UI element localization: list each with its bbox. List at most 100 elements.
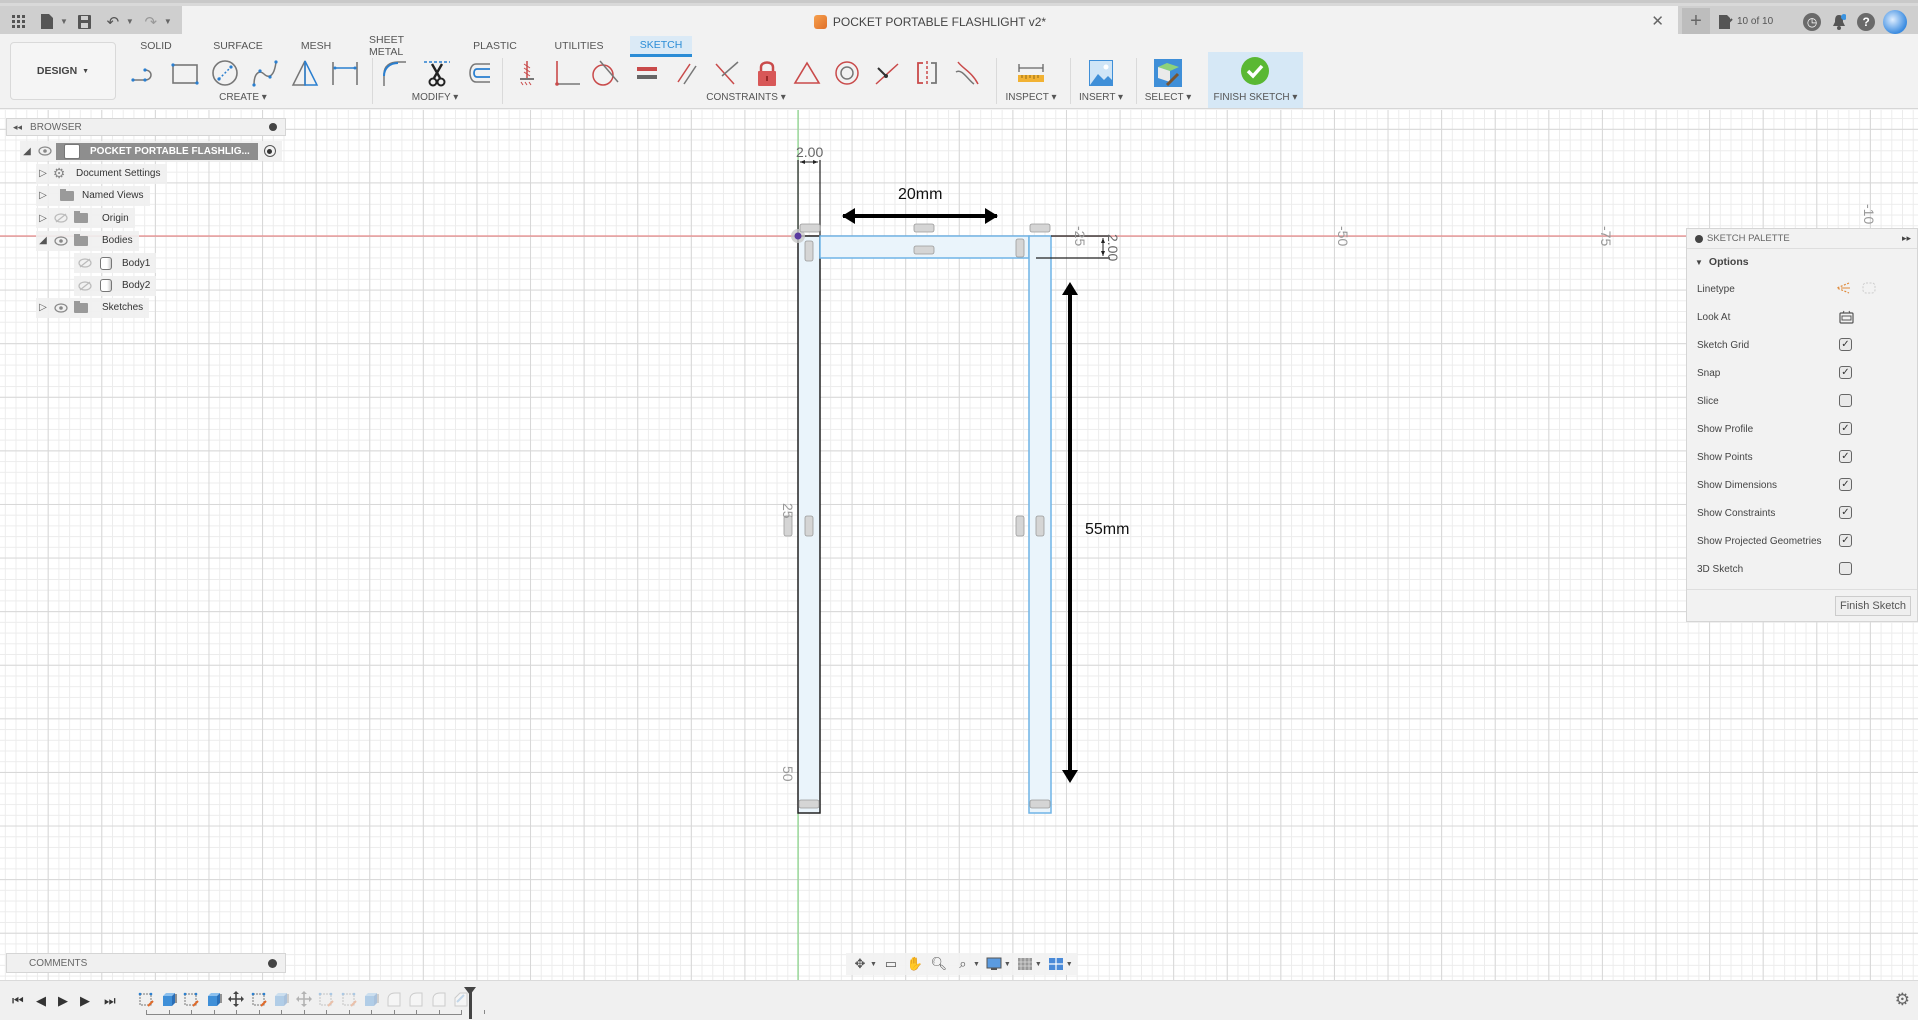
constraints-menu[interactable]: CONSTRAINTS ▾: [706, 92, 785, 103]
timeline-feature-fillet[interactable]: [431, 991, 447, 1007]
vertical-constraint-glyph[interactable]: [1035, 515, 1045, 537]
eye-visible-icon[interactable]: [37, 146, 53, 156]
tab-utilities[interactable]: UTILITIES: [555, 36, 604, 56]
expanded-triangle-icon[interactable]: ◢: [36, 235, 50, 246]
panel-pin-icon[interactable]: [269, 123, 277, 131]
vertical-constraint-glyph[interactable]: [1015, 238, 1025, 258]
timeline-feature-extrude[interactable]: [161, 991, 177, 1007]
history-clock-icon[interactable]: ◷: [1803, 12, 1822, 31]
sketch-dimension-tool[interactable]: [328, 56, 362, 90]
collapsed-triangle-icon[interactable]: ▷: [36, 302, 50, 313]
viewports-icon[interactable]: [1046, 955, 1066, 973]
undo-icon[interactable]: ↶: [102, 11, 124, 33]
centerline-linetype-icon[interactable]: [1861, 281, 1877, 295]
timeline-feature-sketch[interactable]: [138, 991, 154, 1007]
timeline-feature-fillet[interactable]: [386, 991, 402, 1007]
tangent-constraint-tool[interactable]: [588, 56, 622, 90]
timeline-feature-sketch[interactable]: [318, 991, 334, 1007]
palette-finish-sketch-button[interactable]: Finish Sketch: [1834, 596, 1911, 616]
3d-sketch-checkbox[interactable]: [1839, 562, 1852, 575]
horizontal-constraint-glyph[interactable]: [1029, 223, 1051, 233]
finish-sketch-menu[interactable]: FINISH SKETCH ▾: [1208, 92, 1303, 103]
step-back-icon[interactable]: ◀: [36, 993, 46, 1009]
user-avatar[interactable]: [1883, 9, 1908, 34]
dimension-value-right[interactable]: 2.00: [1105, 234, 1121, 261]
palette-pin-icon[interactable]: [1695, 234, 1703, 243]
insert-image-tool[interactable]: [1084, 56, 1118, 90]
show-points-checkbox[interactable]: ✓: [1839, 450, 1852, 463]
notifications-bell-icon[interactable]: [1829, 13, 1849, 30]
vertical-constraint-glyph[interactable]: [783, 515, 793, 537]
measure-tool[interactable]: [1014, 56, 1048, 90]
perpendicular-constraint-tool[interactable]: [710, 56, 744, 90]
modify-menu[interactable]: MODIFY ▾: [412, 92, 459, 103]
timeline-feature-fillet[interactable]: [408, 991, 424, 1007]
activate-radio-icon[interactable]: [263, 145, 276, 158]
inspect-menu[interactable]: INSPECT ▾: [1006, 92, 1057, 103]
browser-item-origin[interactable]: ▷ Origin: [6, 207, 286, 229]
close-tab-icon[interactable]: ✕: [1651, 12, 1664, 30]
lock-constraint-tool[interactable]: [750, 56, 784, 90]
undo-caret-icon[interactable]: ▼: [126, 17, 134, 26]
vertical-constraint-glyph[interactable]: [1015, 515, 1025, 537]
eye-visible-icon[interactable]: [53, 236, 69, 246]
horizontal-constraint-glyph[interactable]: [798, 799, 820, 809]
dimension-value-top[interactable]: 2.00: [796, 144, 823, 160]
show-dimensions-checkbox[interactable]: ✓: [1839, 478, 1852, 491]
timeline-marker[interactable]: [464, 987, 476, 1019]
sketch-grid-checkbox[interactable]: ✓: [1839, 338, 1852, 351]
horizontal-constraint-glyph[interactable]: [799, 223, 821, 233]
look-at-button[interactable]: [1839, 310, 1854, 327]
trim-tool[interactable]: [420, 56, 454, 90]
snap-checkbox[interactable]: ✓: [1839, 366, 1852, 379]
timeline-feature-sketch[interactable]: [341, 991, 357, 1007]
workspace-switcher-button[interactable]: DESIGN ▼: [10, 42, 116, 100]
show-projected-geometries-checkbox[interactable]: ✓: [1839, 534, 1852, 547]
fillet-tool[interactable]: [378, 56, 412, 90]
midpoint-constraint-tool[interactable]: [790, 56, 824, 90]
expanded-triangle-icon[interactable]: ◢: [20, 146, 34, 157]
tab-mesh[interactable]: MESH: [300, 36, 332, 56]
eye-hidden-icon[interactable]: [53, 213, 69, 223]
grid-caret-icon[interactable]: ▼: [1035, 961, 1042, 968]
coincident-constraint-tool[interactable]: [550, 56, 584, 90]
timeline-feature-extrude[interactable]: [273, 991, 289, 1007]
orbit-caret-icon[interactable]: ▼: [870, 961, 877, 968]
options-section-header[interactable]: ▼ Options: [1687, 249, 1917, 275]
eye-hidden-icon[interactable]: [77, 258, 93, 268]
line-tool[interactable]: [127, 56, 161, 90]
equal-constraint-tool[interactable]: [630, 56, 664, 90]
browser-item-bodies[interactable]: ◢ Bodies: [6, 230, 286, 252]
slice-checkbox[interactable]: [1839, 394, 1852, 407]
display-caret-icon[interactable]: ▼: [1004, 961, 1011, 968]
timeline-feature-sketch[interactable]: [183, 991, 199, 1007]
insert-menu[interactable]: INSERT ▾: [1079, 92, 1123, 103]
horizontal-constraint-glyph[interactable]: [913, 223, 935, 233]
collinear-constraint-tool[interactable]: [870, 56, 904, 90]
tab-sketch[interactable]: SKETCH: [630, 36, 692, 57]
circle-tool[interactable]: [208, 56, 242, 90]
save-icon[interactable]: [74, 11, 96, 33]
play-icon[interactable]: ▶: [58, 993, 68, 1009]
pan-hand-icon[interactable]: ✋: [905, 955, 925, 973]
browser-header[interactable]: ◂◂ BROWSER: [6, 118, 286, 136]
go-to-end-icon[interactable]: ⏭: [104, 993, 116, 1009]
zoom-icon[interactable]: 🔍︎: [929, 955, 949, 973]
browser-item-document-settings[interactable]: ▷ ⚙ Document Settings: [6, 162, 286, 184]
job-status[interactable]: 10 of 10: [1718, 14, 1773, 30]
fix-constraint-tool[interactable]: [510, 56, 544, 90]
mirror-tool[interactable]: [288, 56, 322, 90]
spline-tool[interactable]: [248, 56, 282, 90]
expand-palette-icon[interactable]: ▸▸: [1902, 233, 1911, 244]
collapse-panel-icon[interactable]: ◂◂: [13, 122, 22, 133]
grid-snaps-icon[interactable]: [1015, 955, 1035, 973]
horizontal-constraint-glyph[interactable]: [1029, 799, 1051, 809]
settings-gear-icon[interactable]: ⚙: [1895, 990, 1910, 1010]
apps-grid-icon[interactable]: [8, 11, 30, 33]
file-menu-caret-icon[interactable]: ▼: [60, 17, 68, 26]
tab-surface[interactable]: SURFACE: [212, 36, 264, 56]
tab-sheet-metal[interactable]: SHEET METAL: [369, 34, 437, 58]
viewports-caret-icon[interactable]: ▼: [1066, 961, 1073, 968]
construction-linetype-icon[interactable]: [1835, 281, 1851, 295]
redo-icon[interactable]: ↷: [140, 11, 162, 33]
